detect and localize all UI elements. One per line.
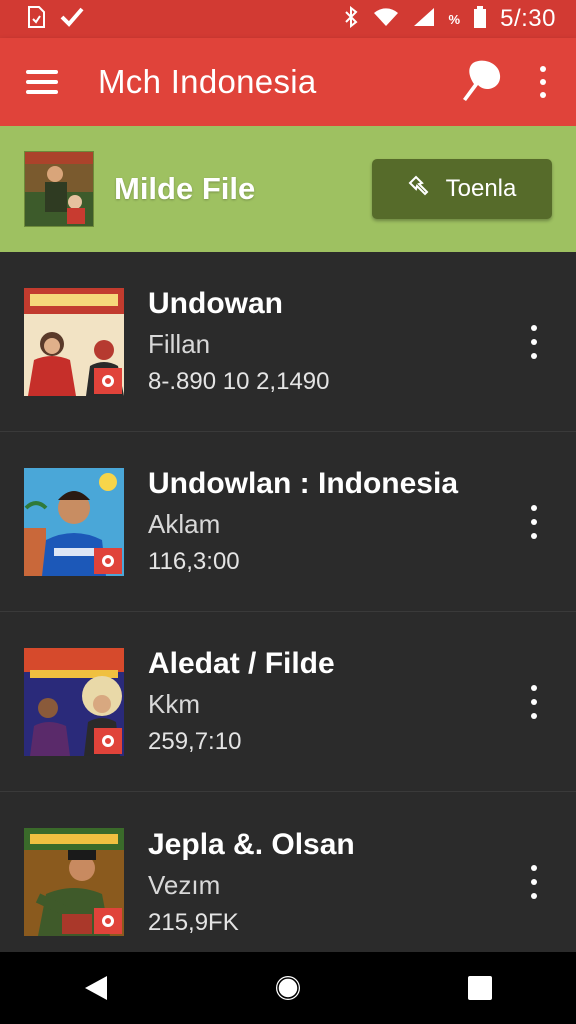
item-text: Undowan Fillan 8-.890 10 2,1490 xyxy=(148,287,524,396)
list-item[interactable]: Jepla &. Olsan Vezım 215,9FK xyxy=(0,792,576,972)
list-item[interactable]: Aledat / Filde Kkm 259,7:10 xyxy=(0,612,576,792)
status-right: % 5/:30 xyxy=(343,5,556,33)
file-list: Undowan Fillan 8-.890 10 2,1490 Undowlan… xyxy=(0,252,576,952)
item-thumbnail xyxy=(24,287,124,396)
item-meta: 8-.890 10 2,1490 xyxy=(148,368,330,395)
list-item[interactable]: Undowlan : Indonesia Aklam 116,3:00 xyxy=(0,432,576,612)
item-overflow-icon[interactable] xyxy=(524,504,544,539)
bluetooth-icon xyxy=(343,5,359,33)
banner-title: Milde File xyxy=(114,171,256,206)
status-bar: % 5/:30 xyxy=(0,0,576,38)
pin-icon xyxy=(408,175,434,204)
item-text: Jepla &. Olsan Vezım 215,9FK xyxy=(148,828,524,937)
list-item[interactable]: Undowan Fillan 8-.890 10 2,1490 xyxy=(0,252,576,432)
item-overflow-icon[interactable] xyxy=(524,684,544,719)
wifi-icon xyxy=(373,7,399,32)
item-text: Aledat / Filde Kkm 259,7:10 xyxy=(148,647,524,756)
item-meta: 215,9FK xyxy=(148,908,239,936)
record-badge-icon xyxy=(94,727,122,754)
item-meta: 116,3:00 xyxy=(148,548,240,575)
app-bar: Mch Indonesia xyxy=(0,38,576,126)
back-icon[interactable] xyxy=(66,958,126,1018)
item-title: Aledat / Filde xyxy=(148,647,335,680)
item-thumbnail xyxy=(24,647,124,756)
item-text: Undowlan : Indonesia Aklam 116,3:00 xyxy=(148,467,524,576)
banner-action-button[interactable]: Toenla xyxy=(372,159,552,219)
item-subtitle: Fillan xyxy=(148,329,211,359)
record-badge-icon xyxy=(94,367,122,394)
item-meta: 259,7:10 xyxy=(148,728,242,755)
signal-icon xyxy=(413,7,435,32)
featured-banner: Milde File Toenla xyxy=(0,126,576,252)
item-thumbnail xyxy=(24,467,124,576)
item-subtitle: Aklam xyxy=(148,509,221,539)
banner-button-label: Toenla xyxy=(445,175,517,202)
item-title: Undowan xyxy=(148,287,283,320)
system-nav-bar xyxy=(0,952,576,1024)
item-subtitle: Vezım xyxy=(148,869,221,900)
item-title: Undowlan : Indonesia xyxy=(148,467,459,500)
app-title: Mch Indonesia xyxy=(98,63,317,100)
battery-percent: % xyxy=(448,11,461,27)
record-badge-icon xyxy=(94,908,122,934)
home-icon[interactable] xyxy=(258,958,318,1018)
banner-thumbnail[interactable] xyxy=(24,151,94,227)
item-overflow-icon[interactable] xyxy=(524,865,544,899)
status-time: 5/:30 xyxy=(500,5,556,32)
item-subtitle: Kkm xyxy=(148,689,200,719)
battery-icon xyxy=(474,5,487,33)
overflow-menu-icon[interactable] xyxy=(528,62,558,102)
item-thumbnail xyxy=(24,828,124,936)
sd-card-icon xyxy=(26,5,46,33)
recents-icon[interactable] xyxy=(450,958,510,1018)
item-title: Jepla &. Olsan xyxy=(148,827,355,861)
status-left xyxy=(26,5,84,33)
item-overflow-icon[interactable] xyxy=(524,324,544,359)
record-badge-icon xyxy=(94,547,122,574)
checkmark-icon xyxy=(60,7,84,32)
profile-badge-icon[interactable] xyxy=(456,57,506,107)
hamburger-menu-icon[interactable] xyxy=(26,70,58,94)
